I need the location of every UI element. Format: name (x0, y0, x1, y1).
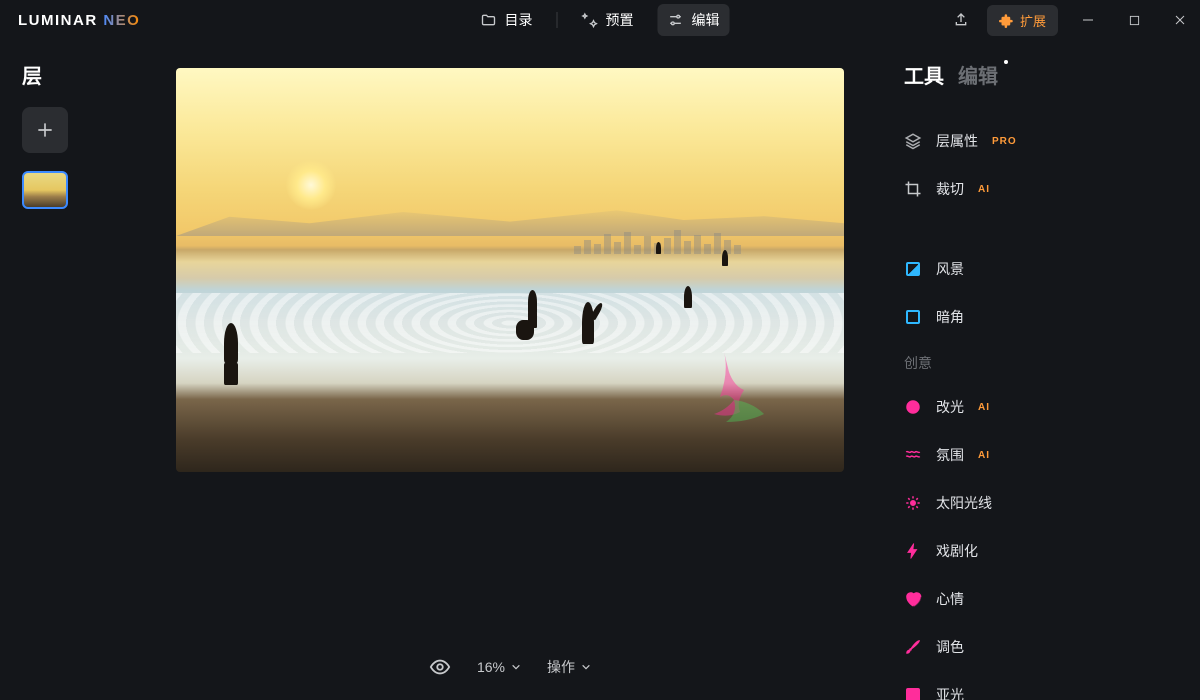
ai-badge: AI (978, 450, 990, 461)
nav-presets[interactable]: 预置 (572, 4, 644, 36)
zoom-value: 16% (477, 659, 505, 675)
tool-label: 裁切 (936, 179, 964, 199)
folder-icon (481, 12, 497, 28)
share-button[interactable] (941, 0, 981, 40)
window-close[interactable] (1160, 0, 1200, 40)
tool-label: 氛围 (936, 445, 964, 465)
pro-badge: PRO (992, 136, 1017, 147)
landscape-icon (904, 260, 922, 278)
nav-center: 目录 预置 编辑 (471, 4, 730, 36)
tool-atmosphere[interactable]: 氛围 AI (904, 435, 1166, 475)
zoom-dropdown[interactable]: 16% (477, 659, 521, 675)
matte-icon (904, 686, 922, 700)
tool-label: 层属性 (936, 131, 978, 151)
tool-label: 风景 (936, 259, 964, 279)
nav-separator (557, 12, 558, 28)
nav-edit[interactable]: 编辑 (658, 4, 730, 36)
tool-dramatic[interactable]: 戏剧化 (904, 531, 1166, 571)
sunrays-icon (904, 494, 922, 512)
window-maximize[interactable] (1114, 0, 1154, 40)
nav-presets-label: 预置 (606, 10, 634, 30)
extensions-label: 扩展 (1020, 11, 1046, 30)
tool-relight[interactable]: 改光 AI (904, 387, 1166, 427)
heart-icon (904, 590, 922, 608)
brush-icon (904, 638, 922, 656)
image-canvas[interactable] (176, 68, 844, 472)
main-area: 层 (0, 40, 1200, 700)
tool-sunrays[interactable]: 太阳光线 (904, 483, 1166, 523)
extensions-button[interactable]: 扩展 (987, 5, 1058, 36)
tools-panel: 工具 编辑 层属性 PRO 裁切 AI 风景 暗角 创意 (870, 40, 1200, 700)
layers-panel: 层 (0, 40, 150, 700)
crop-icon (904, 180, 922, 198)
tool-label: 改光 (936, 397, 964, 417)
canvas-area: 16% 操作 (150, 40, 870, 700)
app-logo: LUMINAR NEO (18, 12, 140, 29)
nav-edit-label: 编辑 (692, 10, 720, 30)
bolt-icon (904, 542, 922, 560)
chevron-down-icon (511, 662, 521, 672)
nav-catalog-label: 目录 (505, 10, 533, 30)
tool-label: 太阳光线 (936, 493, 992, 513)
right-tabs: 工具 编辑 (904, 60, 1166, 89)
layer-thumbnail[interactable] (22, 171, 68, 209)
titlebar: LUMINAR NEO 目录 预置 编辑 (0, 0, 1200, 40)
tool-matte[interactable]: 亚光 (904, 675, 1166, 700)
tool-vignette[interactable]: 暗角 (904, 297, 1166, 337)
tool-label: 心情 (936, 589, 964, 609)
tool-label: 暗角 (936, 307, 964, 327)
tool-crop[interactable]: 裁切 AI (904, 169, 1166, 209)
tab-edits[interactable]: 编辑 (958, 60, 998, 89)
sliders-icon (668, 12, 684, 28)
tool-label: 调色 (936, 637, 964, 657)
tool-label: 亚光 (936, 685, 964, 700)
ai-badge: AI (978, 402, 990, 413)
chevron-down-icon (581, 662, 591, 672)
tab-tools[interactable]: 工具 (904, 60, 944, 89)
layers-icon (904, 132, 922, 150)
compare-toggle[interactable] (429, 656, 451, 678)
vignette-icon (904, 308, 922, 326)
window-minimize[interactable] (1068, 0, 1108, 40)
waves-icon (904, 446, 922, 464)
layers-title: 层 (22, 60, 150, 89)
nav-catalog[interactable]: 目录 (471, 4, 543, 36)
tool-layer-properties[interactable]: 层属性 PRO (904, 121, 1166, 161)
puzzle-icon (999, 13, 1014, 28)
ai-badge: AI (978, 184, 990, 195)
actions-dropdown[interactable]: 操作 (547, 657, 591, 677)
tool-toning[interactable]: 调色 (904, 627, 1166, 667)
tool-mood[interactable]: 心情 (904, 579, 1166, 619)
canvas-bottombar: 16% 操作 (429, 642, 591, 700)
actions-label: 操作 (547, 657, 575, 677)
section-creative: 创意 (904, 345, 1166, 379)
sparkle-icon (582, 12, 598, 28)
add-layer-button[interactable] (22, 107, 68, 153)
tool-label: 戏剧化 (936, 541, 978, 561)
tool-landscape[interactable]: 风景 (904, 249, 1166, 289)
flash-icon (904, 398, 922, 416)
